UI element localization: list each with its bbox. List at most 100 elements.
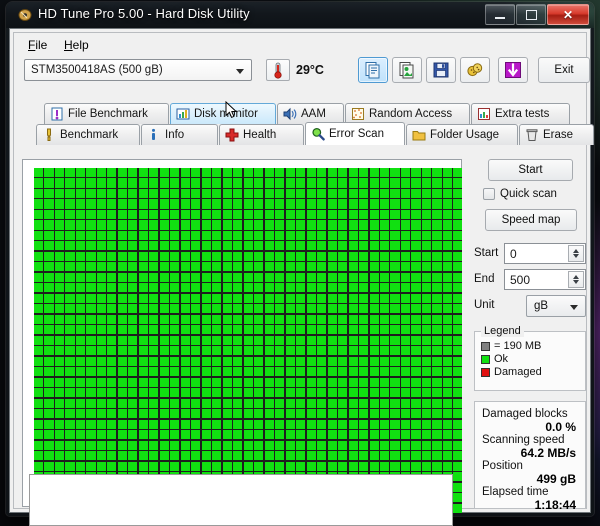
speed-map-button[interactable]: Speed map — [485, 209, 577, 231]
scan-block — [379, 440, 390, 450]
minimize-button[interactable] — [485, 4, 515, 25]
start-input[interactable]: 0 — [504, 243, 586, 264]
scan-block — [149, 293, 159, 303]
scan-block — [65, 283, 75, 293]
options-button[interactable] — [460, 57, 490, 83]
scan-block — [254, 367, 264, 377]
stepper-down-icon[interactable] — [573, 280, 579, 284]
title-bar[interactable]: HD Tune Pro 5.00 - Hard Disk Utility ✕ — [6, 2, 594, 28]
scan-block — [296, 262, 306, 272]
scan-block — [327, 262, 337, 272]
scan-block — [86, 430, 96, 440]
scan-block — [254, 335, 264, 345]
scan-block — [411, 388, 421, 398]
scan-block — [379, 430, 390, 440]
start-stepper[interactable] — [568, 245, 584, 262]
scan-block — [117, 209, 127, 220]
scan-block — [400, 178, 411, 188]
scan-block — [400, 168, 411, 178]
close-button[interactable]: ✕ — [547, 4, 589, 25]
end-stepper[interactable] — [568, 271, 584, 288]
scan-block — [421, 398, 432, 408]
tab-folder-usage[interactable]: Folder Usage — [406, 124, 518, 145]
menu-item-file[interactable]: File — [22, 36, 53, 54]
scan-block — [379, 388, 390, 398]
maximize-button[interactable] — [516, 4, 546, 25]
tab-extra-tests[interactable]: Extra tests — [471, 103, 570, 124]
scan-block — [400, 377, 411, 387]
scan-block — [128, 356, 138, 366]
scan-block — [117, 440, 127, 450]
scan-block — [44, 199, 54, 209]
scan-block — [243, 220, 253, 230]
scan-block — [348, 230, 358, 240]
tab-aam[interactable]: AAM — [277, 103, 344, 124]
stepper-up-icon[interactable] — [573, 249, 579, 253]
tab-disk-monitor[interactable]: Disk monitor — [170, 103, 276, 124]
scan-block — [421, 251, 432, 261]
scan-block — [348, 293, 358, 303]
tab-label: Error Scan — [329, 128, 384, 140]
drive-select[interactable]: STM3500418AS (500 gB) — [24, 59, 252, 81]
scan-block — [65, 388, 75, 398]
scan-block — [264, 440, 274, 450]
tab-file-benchmark[interactable]: File Benchmark — [44, 103, 169, 124]
scan-block — [306, 241, 316, 251]
checkbox-box[interactable] — [483, 188, 495, 200]
scan-block — [453, 430, 463, 440]
scan-block — [86, 199, 96, 209]
tab-info[interactable]: Info — [141, 124, 218, 145]
scan-block — [75, 283, 86, 293]
menu-item-help[interactable]: Help — [58, 36, 95, 54]
end-input[interactable]: 500 — [504, 269, 586, 290]
scan-block — [128, 230, 138, 240]
scan-block — [86, 451, 96, 461]
scan-block — [442, 293, 452, 303]
unit-select[interactable]: gB — [526, 295, 586, 317]
scan-block — [379, 346, 390, 356]
scan-block — [296, 272, 306, 282]
scan-block — [149, 409, 159, 419]
tab-health[interactable]: Health — [219, 124, 304, 145]
scan-block — [264, 346, 274, 356]
scan-block — [170, 419, 180, 429]
scan-block — [128, 304, 138, 314]
stepper-down-icon[interactable] — [573, 254, 579, 258]
stepper-up-icon[interactable] — [573, 275, 579, 279]
scan-block — [359, 356, 369, 366]
stat-label: Position — [482, 460, 523, 472]
download-button[interactable] — [498, 57, 528, 83]
scan-block — [379, 335, 390, 345]
scan-block — [65, 241, 75, 251]
scan-block — [117, 461, 127, 471]
tab-random-access[interactable]: Random Access — [345, 103, 470, 124]
scan-block — [107, 325, 117, 335]
scan-block — [128, 440, 138, 450]
scan-block — [96, 168, 106, 178]
scan-block — [201, 388, 211, 398]
scan-block — [212, 178, 222, 188]
tab-erase[interactable]: Erase — [519, 124, 594, 145]
copy-text-button[interactable] — [358, 57, 388, 83]
tab-error-scan[interactable]: Error Scan — [305, 122, 405, 145]
scan-block — [96, 209, 106, 220]
scan-block — [86, 419, 96, 429]
scan-block — [54, 325, 65, 335]
scan-block-grid[interactable] — [34, 168, 463, 513]
copy-image-button[interactable] — [392, 57, 422, 83]
scan-block — [65, 178, 75, 188]
quick-scan-checkbox[interactable]: Quick scan — [483, 188, 557, 200]
stat-value: 1:18:44 — [534, 498, 576, 512]
scan-block — [348, 419, 358, 429]
start-button[interactable]: Start — [488, 159, 573, 181]
scan-block — [180, 230, 190, 240]
scan-block — [317, 283, 327, 293]
scan-block — [54, 209, 65, 220]
scan-block — [44, 230, 54, 240]
scan-block — [117, 451, 127, 461]
scan-block — [159, 451, 169, 461]
tab-benchmark[interactable]: Benchmark — [36, 124, 140, 145]
exit-button[interactable]: Exit — [538, 57, 590, 83]
scan-block — [138, 241, 148, 251]
save-button[interactable] — [426, 57, 456, 83]
